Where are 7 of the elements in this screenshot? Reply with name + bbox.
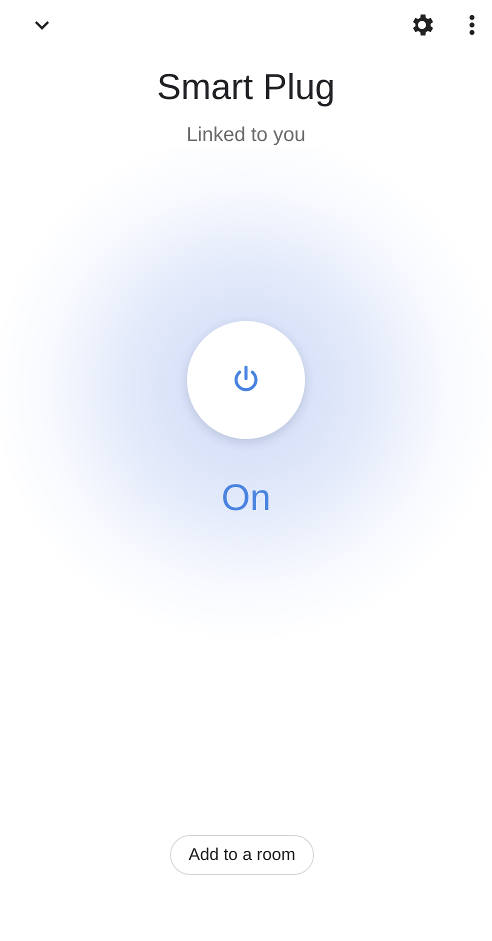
device-subtitle: Linked to you [186, 124, 306, 147]
more-vertical-icon [468, 13, 476, 37]
chevron-down-icon [35, 20, 49, 30]
device-title: Smart Plug [156, 66, 336, 108]
add-to-room-button[interactable]: Add to a room [170, 835, 314, 875]
power-state-label: On [221, 477, 271, 519]
more-options-button[interactable] [468, 13, 476, 37]
